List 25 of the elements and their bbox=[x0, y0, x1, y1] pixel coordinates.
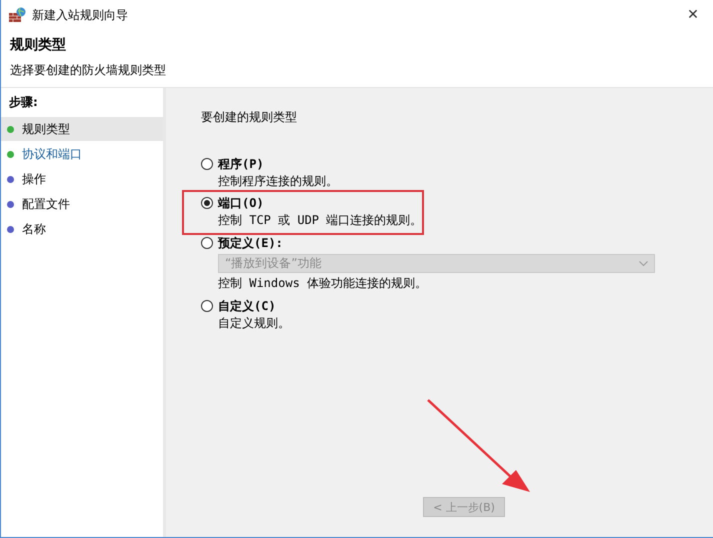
radio-button[interactable] bbox=[201, 300, 213, 312]
option-label[interactable]: 预定义(E): bbox=[218, 235, 656, 252]
option-label[interactable]: 自定义(C) bbox=[218, 298, 656, 315]
chevron-down-icon bbox=[639, 261, 648, 266]
close-button[interactable]: ✕ bbox=[673, 0, 713, 30]
option-label[interactable]: 端口(O) bbox=[218, 195, 422, 212]
step-item[interactable]: 配置文件 bbox=[1, 192, 163, 216]
firewall-icon bbox=[8, 7, 26, 23]
radio-button[interactable] bbox=[201, 197, 213, 209]
step-item[interactable]: 名称 bbox=[1, 217, 163, 241]
page-title: 规则类型 bbox=[10, 36, 67, 54]
step-item[interactable]: 协议和端口 bbox=[1, 142, 163, 166]
step-item[interactable]: 操作 bbox=[1, 167, 163, 191]
steps-heading: 步骤: bbox=[8, 94, 39, 111]
option-description: 控制 Windows 体验功能连接的规则。 bbox=[218, 275, 428, 292]
radio-button[interactable] bbox=[201, 158, 213, 170]
option-description: 控制 TCP 或 UDP 端口连接的规则。 bbox=[218, 212, 422, 229]
window-title: 新建入站规则向导 bbox=[32, 6, 129, 24]
option-label[interactable]: 程序(P) bbox=[218, 156, 656, 173]
radio-button[interactable] bbox=[201, 237, 213, 249]
option-description: 控制程序连接的规则。 bbox=[218, 173, 339, 190]
prompt-label: 要创建的规则类型 bbox=[201, 109, 298, 126]
page-subtitle: 选择要创建的防火墙规则类型 bbox=[10, 62, 167, 79]
option-description: 自定义规则。 bbox=[218, 315, 291, 332]
step-item[interactable]: 规则类型 bbox=[1, 117, 163, 141]
